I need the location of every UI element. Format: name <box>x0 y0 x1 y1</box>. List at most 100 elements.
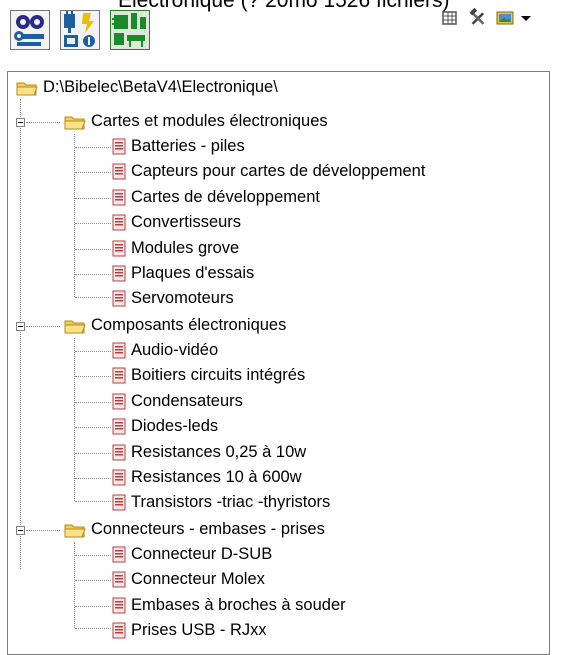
tree-connector <box>75 351 111 352</box>
hammer-wrench-icon <box>469 7 485 25</box>
tree-connector <box>75 628 111 629</box>
tree-item[interactable]: Batteries - piles <box>112 134 245 159</box>
tree-connector <box>74 134 75 297</box>
tools-button[interactable] <box>468 7 488 28</box>
tree-item[interactable]: Connecteur D-SUB <box>112 542 272 567</box>
tree-connector <box>75 249 111 250</box>
gear-wrench-tools-button[interactable] <box>10 10 50 50</box>
tree-item[interactable]: Connecteur Molex <box>112 567 265 592</box>
tree-folder[interactable]: Cartes et modules électroniques <box>64 109 328 134</box>
tree-folder[interactable]: Connecteurs - embases - prises <box>64 517 325 542</box>
chevron-down-icon <box>521 16 531 21</box>
grid-icon <box>442 11 457 25</box>
tree-item-label: Servomoteurs <box>131 289 234 307</box>
tree-connector <box>75 555 111 556</box>
document-icon <box>112 163 126 180</box>
tree-item-label: Connecteur D-SUB <box>131 545 273 563</box>
folder-tree[interactable]: D:\Bibelec\BetaV4\Electronique\ Cartes e… <box>7 71 550 655</box>
tree-item-label: Connecteur Molex <box>131 570 265 588</box>
image-icon <box>496 11 514 25</box>
dropdown-arrow-button[interactable] <box>516 8 536 28</box>
tree-folder[interactable]: Composants électroniques <box>64 313 286 338</box>
tree-item[interactable]: Diodes-leds <box>112 414 218 439</box>
tree-item[interactable]: Boitiers circuits intégrés <box>112 363 305 388</box>
tree-root[interactable]: D:\Bibelec\BetaV4\Electronique\ <box>16 75 278 100</box>
grid-view-button[interactable] <box>440 8 460 28</box>
tree-item[interactable]: Servomoteurs <box>112 286 234 311</box>
tree-item-label: Batteries - piles <box>131 137 245 155</box>
folder-open-icon <box>64 318 86 334</box>
tree-item-label: Capteurs pour cartes de développement <box>131 162 426 180</box>
tree-item-label: Modules grove <box>131 239 240 257</box>
document-icon <box>112 546 126 563</box>
tree-item-label: Cartes de développement <box>131 188 320 206</box>
document-icon <box>112 265 126 282</box>
tree-item-label: Resistances 0,25 à 10w <box>131 443 307 461</box>
tree-connector <box>75 147 111 148</box>
document-icon <box>112 367 126 384</box>
tree-connector <box>75 453 111 454</box>
tree-connector <box>75 274 111 275</box>
tree-connector <box>75 501 111 502</box>
document-icon <box>112 214 126 231</box>
tree-connector <box>20 99 21 569</box>
document-icon <box>112 138 126 155</box>
tree-item[interactable]: Plaques d'essais <box>112 261 254 286</box>
document-icon <box>112 342 126 359</box>
collapse-toggle[interactable] <box>16 118 25 127</box>
tree-folder-label: Composants électroniques <box>91 316 287 334</box>
tree-item-label: Diodes-leds <box>131 417 219 435</box>
tree-item[interactable]: Audio-vidéo <box>112 338 218 363</box>
tree-item[interactable]: Modules grove <box>112 236 239 261</box>
plug-battery-icon <box>64 11 95 47</box>
tree-connector <box>26 326 60 327</box>
tree-item[interactable]: Cartes de développement <box>112 185 320 210</box>
tree-item-label: Convertisseurs <box>131 213 242 231</box>
folder-open-icon <box>64 522 86 538</box>
tree-folder-label: Cartes et modules électroniques <box>91 112 328 130</box>
tree-connector <box>75 478 111 479</box>
tree-item[interactable]: Transistors -triac -thyristors <box>112 490 330 515</box>
document-icon <box>112 494 126 511</box>
document-icon <box>112 393 126 410</box>
tree-folder-label: Connecteurs - embases - prises <box>91 520 325 538</box>
tree-item-label: Resistances 10 à 600w <box>131 468 302 486</box>
tree-item-label: Condensateurs <box>131 392 243 410</box>
image-menu-button[interactable] <box>495 8 515 28</box>
document-icon <box>112 189 126 206</box>
folder-open-icon <box>64 114 86 130</box>
tree-item[interactable]: Condensateurs <box>112 389 243 414</box>
tree-connector <box>75 376 111 377</box>
tree-connector <box>75 606 111 607</box>
document-icon <box>112 622 126 639</box>
gear-wrench-icon <box>14 15 44 46</box>
tree-connector <box>75 427 111 428</box>
tree-item[interactable]: Prises USB - RJxx <box>112 618 267 643</box>
collapse-toggle[interactable] <box>16 322 25 331</box>
collapse-toggle[interactable] <box>16 526 25 535</box>
document-icon <box>112 571 126 588</box>
document-icon <box>112 240 126 257</box>
tree-item[interactable]: Embases à broches à souder <box>112 593 346 618</box>
tree-connector <box>75 402 111 403</box>
electronic-components-icon <box>112 13 146 47</box>
tree-connector <box>74 338 75 501</box>
components-button[interactable] <box>110 10 150 50</box>
tree-root-label: D:\Bibelec\BetaV4\Electronique\ <box>43 78 278 96</box>
document-icon <box>112 418 126 435</box>
tree-connector <box>75 223 111 224</box>
tree-item-label: Embases à broches à souder <box>131 596 346 614</box>
tree-item[interactable]: Resistances 0,25 à 10w <box>112 440 306 465</box>
document-icon <box>112 469 126 486</box>
folder-open-icon <box>16 80 38 96</box>
tree-connector <box>75 198 111 199</box>
tree-item[interactable]: Convertisseurs <box>112 210 241 235</box>
tree-item-label: Prises USB - RJxx <box>131 621 267 639</box>
tree-item[interactable]: Resistances 10 à 600w <box>112 465 302 490</box>
document-icon <box>112 444 126 461</box>
tree-item[interactable]: Capteurs pour cartes de développement <box>112 159 425 184</box>
tree-connector <box>75 172 111 173</box>
plugs-battery-button[interactable] <box>60 10 100 50</box>
tree-item-label: Boitiers circuits intégrés <box>131 366 306 384</box>
tree-item-label: Transistors -triac -thyristors <box>131 493 331 511</box>
